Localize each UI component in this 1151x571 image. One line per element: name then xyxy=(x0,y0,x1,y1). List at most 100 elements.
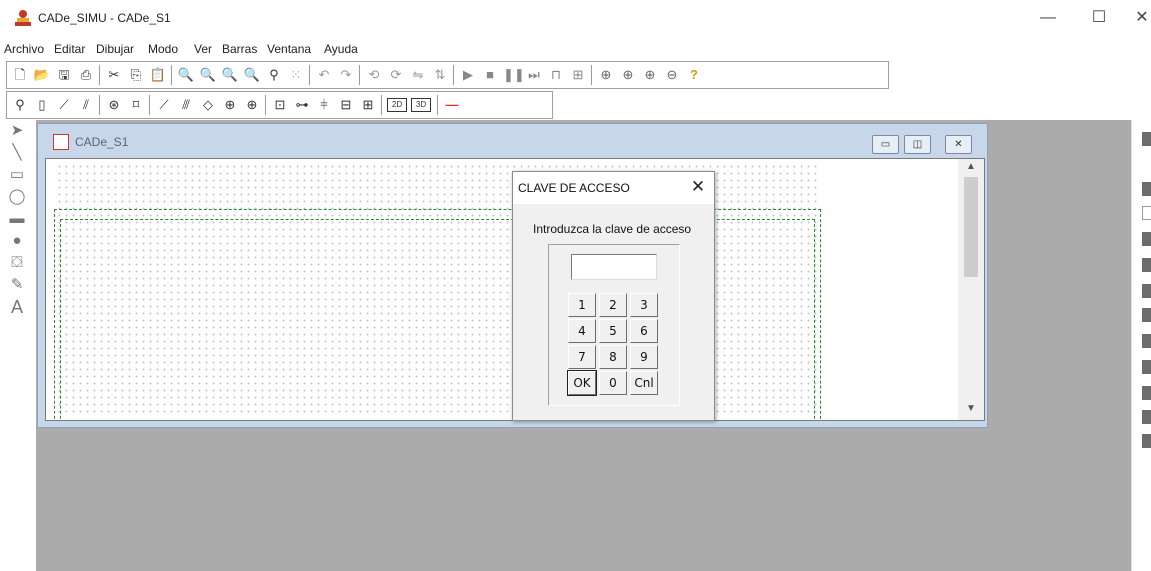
open-folder-icon[interactable]: 📂 xyxy=(33,66,51,84)
new-file-icon[interactable]: 🗋 xyxy=(11,66,29,84)
paste-icon[interactable]: 📋 xyxy=(149,66,167,84)
document-maximize-button[interactable]: ◫ xyxy=(904,135,931,154)
filled-ellipse-icon[interactable]: ● xyxy=(8,232,26,250)
palette-swatch[interactable] xyxy=(1142,334,1151,348)
rotate-left-icon[interactable]: ⟲ xyxy=(365,66,383,84)
palette-swatch[interactable] xyxy=(1142,206,1151,220)
scroll-up-icon[interactable]: ▲ xyxy=(958,161,984,172)
wire-icon[interactable]: — xyxy=(443,96,461,114)
palette-swatch[interactable] xyxy=(1142,258,1151,272)
menu-barras[interactable]: Barras xyxy=(222,42,257,56)
key-2[interactable]: 2 xyxy=(599,293,627,317)
document-minimize-button[interactable]: ▭ xyxy=(872,135,899,154)
zoom-plus-icon[interactable]: ⊕ xyxy=(641,66,659,84)
cancel-button[interactable]: Cnl xyxy=(630,371,658,395)
line-icon[interactable]: ╲ xyxy=(8,144,26,162)
key-0[interactable]: 0 xyxy=(599,371,627,395)
zoom-page-icon[interactable]: 🔍 xyxy=(177,66,195,84)
rectangle-icon[interactable]: ▭ xyxy=(8,166,26,184)
dialog-close-button[interactable]: ✕ xyxy=(687,177,709,197)
close-button[interactable]: ✕ xyxy=(1127,6,1151,30)
zoom-out-icon[interactable]: 🔍 xyxy=(243,66,261,84)
help-icon[interactable]: ? xyxy=(685,66,703,84)
save-icon[interactable]: 🖫 xyxy=(55,66,73,84)
fuse-icon[interactable]: ▯ xyxy=(33,96,51,114)
menu-dibujar[interactable]: Dibujar xyxy=(96,42,134,56)
pause-icon[interactable]: ❚❚ xyxy=(503,66,525,84)
rotate-right-icon[interactable]: ⟳ xyxy=(387,66,405,84)
timer-icon[interactable]: ⊡ xyxy=(271,96,289,114)
diode-icon[interactable]: ◇ xyxy=(199,96,217,114)
motor-icon[interactable]: ⊛ xyxy=(105,96,123,114)
palette-swatch[interactable] xyxy=(1142,132,1151,146)
cut-icon[interactable]: ✂ xyxy=(105,66,123,84)
palette-swatch[interactable] xyxy=(1142,410,1151,424)
coil-icon[interactable]: ⌑ xyxy=(127,96,145,114)
key-4[interactable]: 4 xyxy=(568,319,596,343)
menu-modo[interactable]: Modo xyxy=(148,42,178,56)
key-3[interactable]: 3 xyxy=(630,293,658,317)
select-arrow-icon[interactable]: ➤ xyxy=(8,122,26,140)
text-icon[interactable]: A xyxy=(8,298,26,316)
terminal-icon[interactable]: ⊕ xyxy=(243,96,261,114)
copy-icon[interactable]: ⎘ xyxy=(127,66,145,84)
zoom-prev-icon[interactable]: ⊕ xyxy=(619,66,637,84)
undo-icon[interactable]: ↶ xyxy=(315,66,333,84)
palette-swatch[interactable] xyxy=(1142,182,1151,196)
stop-icon[interactable]: ■ xyxy=(481,66,499,84)
key-6[interactable]: 6 xyxy=(630,319,658,343)
zoom-all-icon[interactable]: ⊕ xyxy=(597,66,615,84)
scroll-thumb[interactable] xyxy=(964,177,978,277)
vertical-scrollbar[interactable]: ▲ ▼ xyxy=(958,159,984,420)
zoom-in-icon[interactable]: 🔍 xyxy=(221,66,239,84)
menu-archivo[interactable]: Archivo xyxy=(4,42,44,56)
plc-io-icon[interactable]: ⊟ xyxy=(337,96,355,114)
key-9[interactable]: 9 xyxy=(630,345,658,369)
io-icon[interactable]: ⊞ xyxy=(569,66,587,84)
ellipse-icon[interactable]: ◯ xyxy=(8,188,26,206)
menu-editar[interactable]: Editar xyxy=(54,42,85,56)
play-icon[interactable]: ▶ xyxy=(459,66,477,84)
menu-ventana[interactable]: Ventana xyxy=(267,42,311,56)
zoom-window-icon[interactable]: 🔍 xyxy=(199,66,217,84)
zoom-minus-icon[interactable]: ⊖ xyxy=(663,66,681,84)
contact-no-icon[interactable]: ⟋ xyxy=(155,96,173,114)
ok-button[interactable]: OK xyxy=(567,370,597,396)
filled-rectangle-icon[interactable]: ▬ xyxy=(8,210,26,228)
flip-icon[interactable]: ⇅ xyxy=(431,66,449,84)
key-5[interactable]: 5 xyxy=(599,319,627,343)
palette-swatch[interactable] xyxy=(1142,232,1151,246)
lamp-icon[interactable]: ⊕ xyxy=(221,96,239,114)
print-icon[interactable]: ⎙ xyxy=(77,66,95,84)
palette-swatch[interactable] xyxy=(1142,284,1151,298)
step-icon[interactable]: ⏭ xyxy=(525,66,543,84)
document-close-button[interactable]: ✕ xyxy=(945,135,972,154)
password-field[interactable] xyxy=(571,254,657,280)
palette-swatch[interactable] xyxy=(1142,434,1151,448)
bus-icon[interactable]: ⊞ xyxy=(359,96,377,114)
switch-icon[interactable]: ⟋ xyxy=(55,96,73,114)
view-3d-button[interactable]: 3D xyxy=(411,98,431,112)
redo-icon[interactable]: ↷ xyxy=(337,66,355,84)
scroll-down-icon[interactable]: ▼ xyxy=(958,403,984,414)
palette-swatch[interactable] xyxy=(1142,386,1151,400)
search-icon[interactable]: ⚲ xyxy=(265,66,283,84)
mirror-icon[interactable]: ⇋ xyxy=(409,66,427,84)
grid-icon[interactable]: ⁙ xyxy=(287,66,305,84)
contact-nc-icon[interactable]: ⫻ xyxy=(177,96,195,114)
resistor-icon[interactable]: ⊶ xyxy=(293,96,311,114)
capacitor-icon[interactable]: ⫩ xyxy=(315,96,333,114)
key-1[interactable]: 1 xyxy=(568,293,596,317)
supply-icon[interactable]: ⚲ xyxy=(11,96,29,114)
palette-swatch[interactable] xyxy=(1142,308,1151,322)
chart-icon[interactable]: ⊓ xyxy=(547,66,565,84)
menu-ayuda[interactable]: Ayuda xyxy=(324,42,358,56)
minimize-button[interactable]: — xyxy=(1033,6,1063,30)
pen-icon[interactable]: ✎ xyxy=(8,276,26,294)
menu-ver[interactable]: Ver xyxy=(194,42,212,56)
view-2d-button[interactable]: 2D xyxy=(387,98,407,112)
key-7[interactable]: 7 xyxy=(568,345,596,369)
fill-icon[interactable]: ⛋ xyxy=(8,254,26,272)
palette-swatch[interactable] xyxy=(1142,360,1151,374)
maximize-button[interactable]: ☐ xyxy=(1084,6,1114,30)
